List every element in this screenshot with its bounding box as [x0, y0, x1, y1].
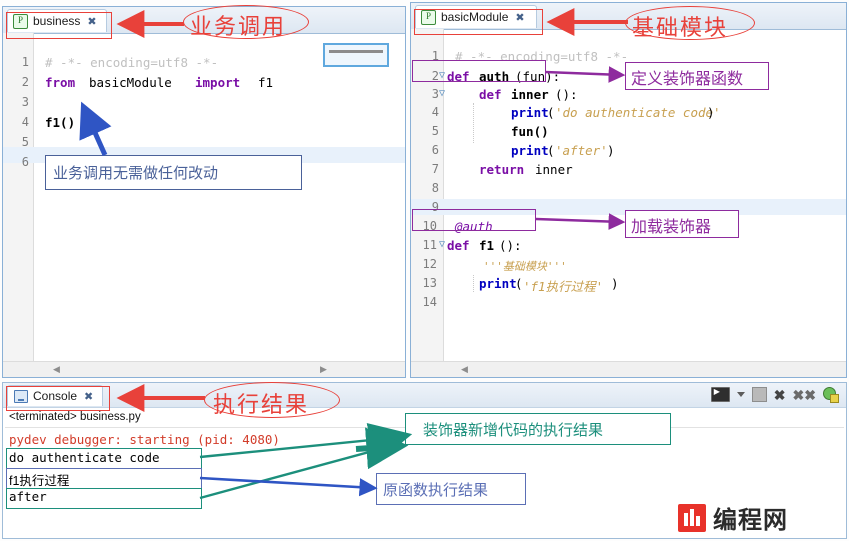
code-token-inner: inner	[511, 87, 549, 102]
annotation-label-no-change: 业务调用无需做任何改动	[53, 166, 219, 182]
display-selected-console-icon[interactable]	[710, 387, 730, 402]
paren-open: (	[547, 143, 555, 158]
line-number: 5	[431, 124, 439, 138]
code-token-str-f1: 'f1执行过程'	[523, 279, 604, 294]
overview-ruler-box[interactable]	[323, 43, 389, 67]
editor-pane-basicmodule: P basicModule ✖ 1 2 3 4 5 6 7 8 9 10 11 …	[410, 2, 847, 378]
line-number: 3	[431, 87, 439, 101]
annotation-label-exec-result: 执行结果	[213, 392, 310, 417]
pin-console-icon[interactable]	[823, 387, 839, 403]
paren-close: )	[611, 276, 619, 291]
code-line-1: # -*- encoding=utf8 -*-	[45, 55, 219, 70]
paren-close: )	[707, 105, 715, 120]
line-number: 5	[21, 135, 29, 149]
line-number: 1	[21, 55, 29, 69]
eclipse-pydev-screenshot: P business ✖ 1 2 3 4 5 6 # -*- encoding=…	[0, 0, 849, 541]
line-number: 4	[431, 105, 439, 119]
console-toolbar: ✖ ✖✖	[710, 387, 839, 403]
code-token-f1: f1	[258, 75, 274, 90]
code-token-return: return	[479, 162, 525, 177]
annotation-box-after-output	[6, 488, 202, 509]
code-token-def-f1: def	[447, 238, 470, 253]
code-token-f1: f1	[479, 238, 495, 253]
watermark: 编程网	[678, 500, 788, 535]
code-token-print: print	[511, 143, 549, 158]
watermark-logo-icon	[678, 503, 706, 532]
annotation-box-tab-basicmodule	[414, 9, 543, 35]
annotation-label-load-decorator: 加载装饰器	[631, 219, 712, 236]
stop-icon[interactable]	[751, 387, 767, 402]
code-token-str-do-auth: 'do authenticate code'	[555, 105, 721, 120]
code-area-left[interactable]: 1 2 3 4 5 6 # -*- encoding=utf8 -*- from…	[3, 33, 405, 377]
editor-pane-business: P business ✖ 1 2 3 4 5 6 # -*- encoding=…	[2, 6, 406, 378]
code-token-docstring: '''基础模块'''	[483, 260, 567, 273]
fold-collapse-icon[interactable]: ▽	[439, 88, 445, 99]
code-token-print: print	[479, 276, 517, 291]
annotation-label-define-decorator-fn: 定义装饰器函数	[631, 71, 744, 88]
annotation-box-do-auth-output	[6, 448, 202, 469]
indent-guide	[473, 103, 474, 143]
remove-all-terminated-icon[interactable]: ✖✖	[793, 388, 816, 402]
paren-open: (	[515, 276, 523, 291]
annotation-box-tab-business	[6, 12, 112, 39]
paren-close: )	[607, 143, 615, 158]
line-number: 3	[21, 95, 29, 109]
annotation-label-business-call: 业务调用	[190, 14, 287, 39]
horizontal-scrollbar-right[interactable]: ◀	[411, 361, 846, 377]
line-number: 4	[21, 115, 29, 129]
line-number: 2	[21, 75, 29, 89]
annotation-label-decorator-result: 装饰器新增代码的执行结果	[423, 423, 604, 439]
annotation-label-basic-module: 基础模块	[632, 15, 729, 40]
code-token-def-inner: def	[479, 87, 502, 102]
indent-guide	[473, 275, 474, 292]
code-token-return-inner: inner	[535, 162, 573, 177]
horizontal-scrollbar-left[interactable]: ◀ ▶	[3, 361, 405, 377]
line-number: 6	[21, 155, 29, 169]
console-tabstrip: Console ✖ ✖ ✖✖	[3, 383, 846, 408]
line-number: 6	[431, 143, 439, 157]
chevron-down-icon[interactable]	[736, 392, 745, 397]
code-line-4: f1()	[45, 115, 76, 130]
code-token-from: from	[45, 75, 76, 90]
paren-open: (	[547, 105, 555, 120]
code-token-print: print	[511, 105, 549, 120]
line-number: 12	[422, 257, 437, 271]
code-token-fun-call: fun()	[511, 124, 549, 139]
line-number: 8	[431, 181, 439, 195]
terminated-label: <terminated> business.py	[9, 411, 141, 423]
line-number: 11	[422, 238, 437, 252]
annotation-box-f1-output	[6, 468, 202, 489]
code-token-module: basicModule	[89, 75, 172, 90]
code-token-inner-paren: ():	[555, 87, 578, 102]
watermark-text: 编程网	[713, 506, 788, 534]
code-token-import: import	[195, 75, 241, 90]
annotation-label-original-fn-result: 原函数执行结果	[383, 483, 489, 499]
scroll-left-arrow[interactable]: ◀	[459, 364, 470, 375]
annotation-box-tab-console	[6, 386, 110, 411]
line-number: 7	[431, 162, 439, 176]
remove-launch-icon[interactable]: ✖	[774, 388, 786, 402]
console-output-line: pydev debugger: starting (pid: 4080)	[9, 432, 280, 447]
fold-collapse-icon[interactable]: ▽	[439, 239, 445, 250]
code-token-f1-paren: ():	[499, 238, 522, 253]
annotation-box-decorator	[412, 209, 536, 231]
code-token-str-after: 'after'	[555, 143, 608, 158]
annotation-box-def-auth	[412, 60, 546, 82]
scroll-right-arrow[interactable]: ▶	[318, 364, 329, 375]
line-number: 13	[422, 276, 437, 290]
scroll-left-arrow[interactable]: ◀	[51, 364, 62, 375]
line-number: 14	[422, 295, 437, 309]
